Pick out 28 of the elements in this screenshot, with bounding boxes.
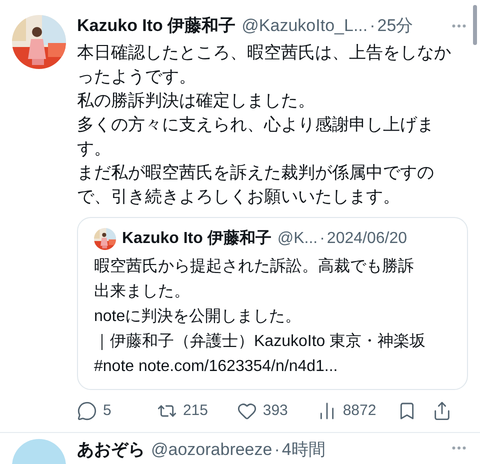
post-date: 2024/06/20 xyxy=(326,229,407,249)
speech-bubble-icon xyxy=(77,401,97,421)
share-icon xyxy=(432,401,452,421)
author-name: Kazuko Ito 伊藤和子 xyxy=(122,228,272,249)
views-button[interactable]: 8872 xyxy=(316,400,397,422)
reply-button[interactable]: 5 xyxy=(77,400,157,422)
post-text: まだ私が暇空茜氏を訴えた裁判が係属中ですので、引き続きよろしくお願いいたします。 xyxy=(77,162,435,208)
quoted-text: noteに判決を公開しました。 xyxy=(94,306,302,327)
retweet-button[interactable]: 215 xyxy=(156,400,237,422)
quoted-text: 暇空茜氏から提起された訴訟。高裁でも勝訴出来ました。 xyxy=(94,256,415,302)
post-time[interactable]: 4時間 xyxy=(282,439,326,461)
post-text: 多くの方々に支えられ、心より感謝申し上げます。 xyxy=(77,114,435,160)
author-name[interactable]: あおぞら xyxy=(77,439,145,461)
separator-dot: · xyxy=(320,229,325,249)
author-handle: @KazukoIto_L... xyxy=(242,15,368,37)
quoted-post-card[interactable]: Kazuko Ito 伊藤和子 @K...·2024/06/20 暇空茜氏から提起された訴訟。高裁でも勝訴出来ました。 noteに判決を公開しました。 ｜伊藤和子（弁護士）KazukoIto 東京・神楽坂 #note note.com/1623354/n/n4d1... xyxy=(77,217,468,390)
separator-dot: · xyxy=(274,439,280,461)
heart-icon xyxy=(236,401,257,421)
scrollbar-thumb[interactable] xyxy=(473,5,477,45)
author-name[interactable]: Kazuko Ito 伊藤和子 xyxy=(77,15,236,37)
post-text: 本日確認したところ、暇空茜氏は、上告をしなかったようです。 xyxy=(77,42,452,88)
post-text: 私の勝訴判決は確定しました。 xyxy=(77,90,316,112)
like-button[interactable]: 393 xyxy=(236,400,317,422)
separator-dot: · xyxy=(370,15,376,37)
post-time[interactable]: 25分 xyxy=(377,15,414,37)
author-handle: @K... xyxy=(277,229,318,249)
author-handle: @aozorabreeze xyxy=(151,439,272,461)
quoted-text: ｜伊藤和子（弁護士）KazukoIto 東京・神楽坂 #note note.com/1623354/n/n4d1... xyxy=(94,332,427,377)
